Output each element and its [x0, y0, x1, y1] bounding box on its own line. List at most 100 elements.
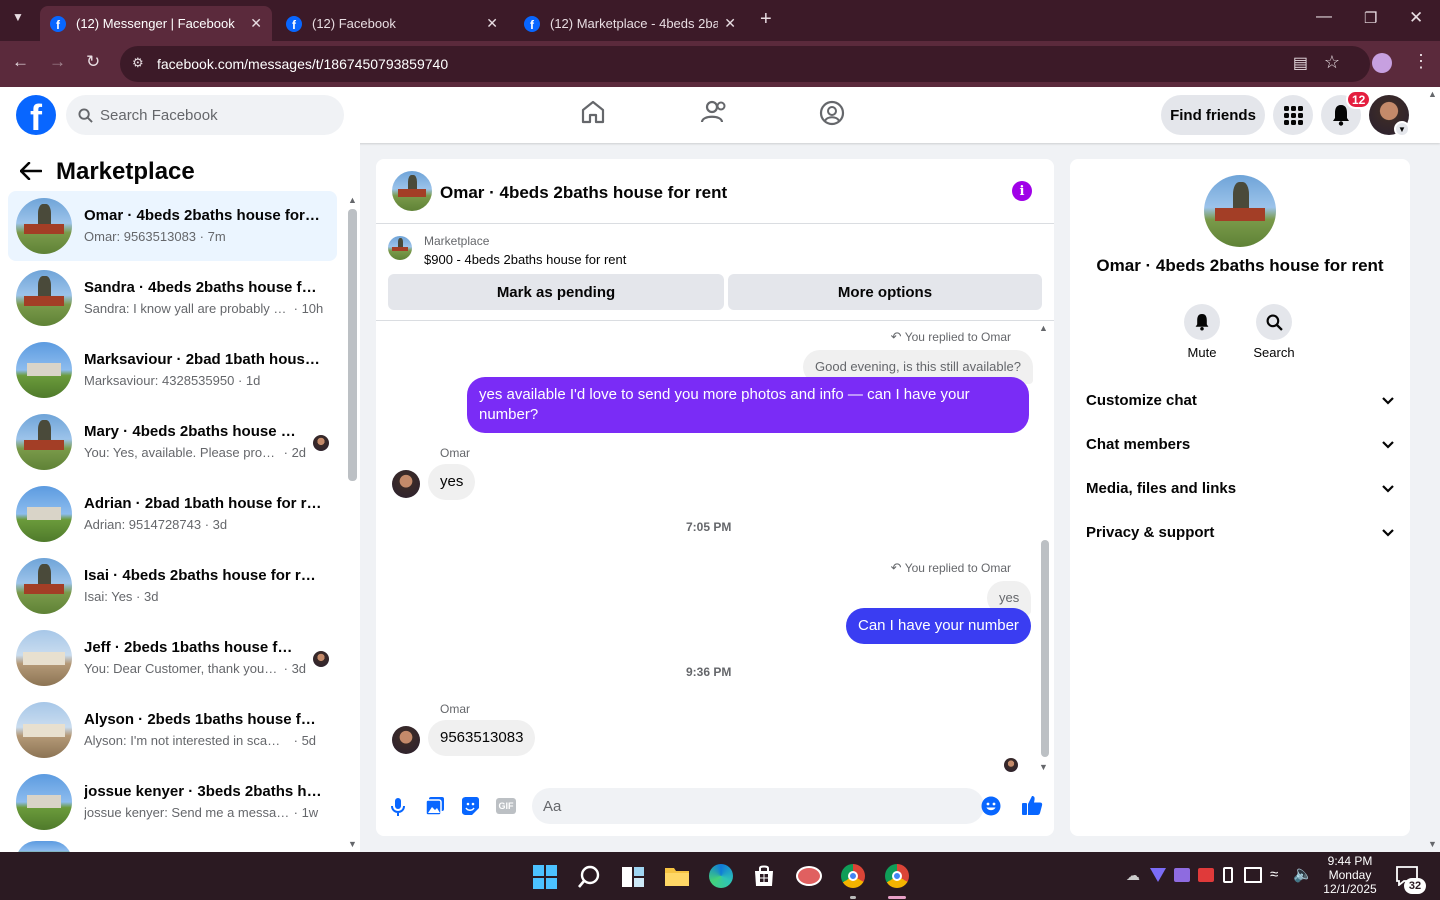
page-scroll-up-arrow-icon[interactable]: ▲ [1428, 89, 1437, 99]
restore-window-icon[interactable]: ❐ [1364, 9, 1377, 27]
reload-icon[interactable]: ↻ [86, 52, 100, 72]
received-message[interactable]: 9563513083 [428, 720, 536, 756]
minimize-window-icon[interactable]: — [1316, 8, 1332, 26]
profile-avatar-icon[interactable] [1372, 53, 1392, 73]
search-in-conversation-button[interactable] [1256, 304, 1292, 340]
sticker-icon[interactable] [460, 796, 480, 816]
close-tab-icon[interactable]: ✕ [724, 15, 736, 32]
windows-start-icon[interactable] [533, 865, 557, 889]
listing-profile-photo[interactable] [1204, 175, 1276, 247]
site-settings-icon[interactable]: ⚙ [132, 55, 144, 71]
chrome-icon[interactable] [841, 864, 865, 888]
scroll-down-arrow-icon[interactable]: ▼ [348, 839, 357, 849]
edge-browser-icon[interactable] [709, 864, 733, 888]
chrome-profile-icon[interactable] [885, 864, 909, 888]
sent-message[interactable]: yes available I'd love to send you more … [467, 377, 1029, 433]
search-icon[interactable] [578, 865, 600, 889]
volume-icon[interactable]: 🔈 [1293, 864, 1313, 884]
scroll-down-arrow-icon[interactable]: ▼ [1039, 762, 1048, 772]
mark-as-pending-button[interactable]: Mark as pending [388, 274, 724, 310]
page-scroll-down-arrow-icon[interactable]: ▼ [1428, 839, 1437, 849]
sender-avatar[interactable] [392, 726, 420, 754]
scroll-up-arrow-icon[interactable]: ▲ [348, 195, 357, 205]
browser-tab-facebook[interactable]: f (12) Facebook ✕ [276, 6, 508, 41]
tray-grid-icon[interactable] [1244, 867, 1262, 883]
facebook-logo-icon[interactable]: f [16, 95, 56, 135]
microphone-icon[interactable] [391, 797, 405, 817]
find-friends-button[interactable]: Find friends [1161, 95, 1265, 135]
emoji-icon[interactable] [981, 796, 1001, 816]
chat-listing-avatar[interactable] [392, 171, 432, 211]
tray-app-icon[interactable] [1198, 868, 1214, 882]
more-options-button[interactable]: More options [728, 274, 1042, 310]
account-chevron-icon[interactable]: ▼ [1394, 121, 1410, 137]
conversation-item[interactable]: jossue kenyer · 3beds 2baths house for r… [8, 767, 337, 837]
close-tab-icon[interactable]: ✕ [486, 15, 498, 32]
home-icon[interactable] [580, 99, 606, 125]
gif-icon[interactable]: GIF [496, 798, 516, 814]
thumbs-up-like-icon[interactable] [1021, 794, 1043, 816]
conversation-item[interactable]: Omar · 4beds 2baths house for rent Omar:… [8, 191, 337, 261]
conversation-item[interactable]: Adrian · 2bad 1bath house for rent Adria… [8, 479, 337, 549]
mute-button[interactable] [1184, 304, 1220, 340]
system-clock[interactable]: 9:44 PM Monday 12/1/2025 [1318, 854, 1382, 896]
close-tab-icon[interactable]: ✕ [250, 15, 262, 32]
sender-avatar[interactable] [392, 470, 420, 498]
browser-tab-messenger[interactable]: f (12) Messenger | Facebook ✕ [40, 6, 272, 41]
privacy-support-section[interactable]: Privacy & support [1086, 524, 1394, 541]
photo-icon[interactable] [425, 796, 445, 816]
listing-summary[interactable]: $900 - 4beds 2baths house for rent [424, 252, 626, 267]
header-divider [376, 223, 1054, 224]
sent-message[interactable]: Can I have your number [846, 608, 1031, 644]
chat-scrollbar[interactable] [1041, 540, 1049, 757]
groups-icon[interactable] [818, 99, 846, 127]
listing-thumbnail [16, 558, 72, 614]
app-icon[interactable] [796, 866, 822, 886]
message-timestamp: 7:05 PM [686, 520, 732, 534]
info-icon[interactable]: i [1012, 181, 1032, 201]
conversation-item[interactable]: Mary · 4beds 2baths house for rent You: … [8, 407, 337, 477]
forward-arrow-icon[interactable]: → [49, 52, 66, 72]
facebook-header: f Search Facebook Find friends 12 ▼ [0, 87, 1440, 143]
bookmark-star-icon[interactable]: ☆ [1324, 52, 1340, 73]
tab-search-chevron-icon[interactable]: ▼ [12, 10, 24, 24]
close-window-icon[interactable]: ✕ [1409, 8, 1423, 28]
back-arrow-icon[interactable] [20, 162, 42, 180]
message-input[interactable]: Aa [532, 788, 984, 824]
install-app-icon[interactable]: ▤ [1293, 53, 1308, 73]
conversation-item[interactable]: Marksaviour · 2bad 1bath house for rent … [8, 335, 337, 405]
microsoft-store-icon[interactable] [752, 864, 776, 888]
friends-icon[interactable] [700, 99, 728, 125]
search-input[interactable]: Search Facebook [66, 95, 344, 135]
media-files-links-section[interactable]: Media, files and links [1086, 480, 1394, 497]
conversation-item[interactable]: Sandra · 4beds 2baths house for rent San… [8, 263, 337, 333]
scroll-up-arrow-icon[interactable]: ▲ [1039, 323, 1048, 333]
back-arrow-icon[interactable]: ← [12, 52, 29, 72]
search-icon [78, 108, 93, 123]
address-bar[interactable]: ⚙ facebook.com/messages/t/18674507938597… [120, 46, 1370, 82]
customize-chat-section[interactable]: Customize chat [1086, 392, 1394, 409]
browser-tab-marketplace[interactable]: f (12) Marketplace - 4beds 2bath ✕ [514, 6, 746, 41]
chrome-menu-icon[interactable]: ⋮ [1412, 51, 1430, 72]
marketplace-title: Marketplace [56, 158, 195, 185]
widgets-icon[interactable] [621, 865, 645, 889]
tray-icon[interactable]: ☁ [1126, 867, 1140, 884]
message-timestamp: 9:36 PM [686, 665, 732, 679]
conversation-item[interactable]: Jeff · 2beds 1baths house for rent You: … [8, 623, 337, 693]
chat-title[interactable]: Omar · 4beds 2baths house for rent [440, 183, 727, 203]
battery-icon[interactable] [1223, 867, 1233, 883]
listing-thumbnail [16, 270, 72, 326]
conversation-list-scrollbar[interactable] [348, 209, 357, 481]
marketplace-conversation-list: Marketplace Omar · 4beds 2baths house fo… [0, 143, 360, 861]
reply-arrow-icon: ↶ [890, 329, 902, 344]
menu-grid-button[interactable] [1273, 95, 1313, 135]
conversation-item[interactable]: Alyson · 2beds 1baths house for rent Aly… [8, 695, 337, 765]
chat-members-section[interactable]: Chat members [1086, 436, 1394, 453]
wifi-icon[interactable]: ≈ [1270, 866, 1278, 883]
tray-folder-icon[interactable] [1174, 868, 1190, 882]
conversation-item[interactable]: Isai · 4beds 2baths house for rent Isai:… [8, 551, 337, 621]
received-message[interactable]: yes [428, 464, 476, 500]
tray-app-icon[interactable] [1150, 868, 1166, 882]
new-tab-plus-icon[interactable]: + [760, 8, 772, 31]
file-explorer-icon[interactable] [664, 865, 690, 887]
